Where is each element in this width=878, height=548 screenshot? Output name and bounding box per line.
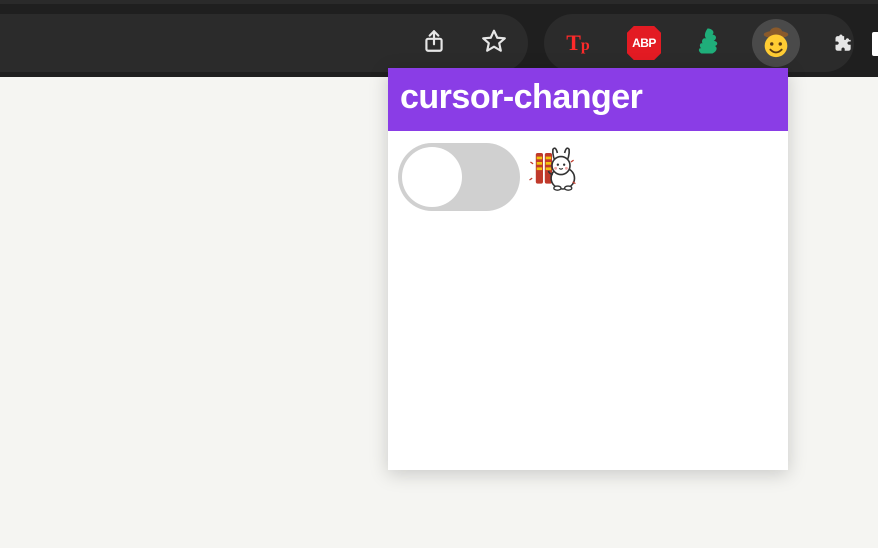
- cursor-preview: [524, 145, 580, 201]
- abp-icon: ABP: [627, 26, 661, 60]
- popup-body: [388, 131, 788, 470]
- extension-flash[interactable]: [686, 19, 734, 67]
- bunny-icon: [525, 144, 579, 203]
- puzzle-icon: [829, 28, 855, 59]
- popup-title: cursor-changer: [388, 68, 788, 131]
- share-icon: [421, 28, 447, 59]
- url-actions-pill: [0, 14, 528, 72]
- extension-popup: cursor-changer: [388, 68, 788, 470]
- toggle-knob: [402, 147, 462, 207]
- cropped-element: [872, 32, 878, 56]
- extensions-pill: Tp ABP: [544, 14, 854, 72]
- enable-toggle[interactable]: [398, 143, 520, 211]
- flash-icon: [695, 26, 725, 61]
- tp-icon: Tp: [566, 30, 590, 56]
- bookmark-button[interactable]: [478, 27, 510, 59]
- share-button[interactable]: [418, 27, 450, 59]
- browser-toolbar: Tp ABP: [0, 4, 878, 77]
- star-icon: [481, 28, 507, 59]
- extension-abp[interactable]: ABP: [620, 19, 668, 67]
- extensions-menu-button[interactable]: [818, 19, 866, 67]
- cowboy-emoji-icon: [759, 26, 793, 60]
- extension-tp[interactable]: Tp: [554, 19, 602, 67]
- extension-cursor-changer[interactable]: [752, 19, 800, 67]
